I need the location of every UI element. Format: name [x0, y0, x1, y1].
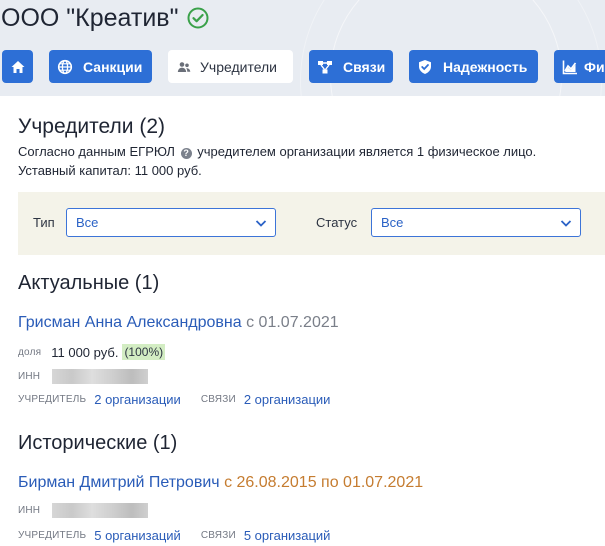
connections-link[interactable]: 5 организаций	[244, 528, 331, 543]
status-filter-label: Статус	[316, 215, 358, 230]
tab-bar: Санкции Учредители Связи Надежность Фи	[0, 50, 605, 83]
founder-entry: Бирман Дмитрий Петрович с 26.08.2015 по …	[18, 472, 423, 494]
status-select-value: Все	[381, 215, 404, 230]
founder-entry: Грисман Анна Александровна с 01.07.2021	[18, 312, 339, 334]
tab-label: Надежность	[443, 58, 528, 75]
inn-row: ИНН	[18, 502, 149, 518]
links-row: УЧРЕДИТЕЛЬ 5 организаций СВЯЗИ 5 организ…	[18, 526, 330, 544]
type-filter-label: Тип	[33, 215, 55, 230]
chart-icon	[562, 60, 577, 74]
founder-of-label: УЧРЕДИТЕЛЬ	[18, 529, 87, 541]
check-circle-icon	[187, 7, 209, 29]
description-text: учредителем организации является 1 физич…	[197, 144, 537, 159]
inn-label: ИНН	[18, 504, 41, 516]
share-label: доля	[18, 346, 42, 358]
inn-row: ИНН	[18, 368, 149, 384]
tab-home[interactable]	[2, 50, 33, 83]
chevron-down-icon	[255, 220, 267, 227]
founder-of-link[interactable]: 2 организации	[94, 392, 181, 407]
home-icon	[11, 60, 24, 73]
connections-link[interactable]: 2 организации	[244, 392, 331, 407]
founder-name-link[interactable]: Бирман Дмитрий Петрович	[18, 474, 220, 491]
capital-text: Уставный капитал: 11 000 руб.	[18, 163, 202, 178]
founders-panel: Учредители (2) Согласно данным ЕГРЮЛ ? у…	[0, 96, 605, 546]
info-icon[interactable]: ?	[180, 148, 192, 159]
description-text: Согласно данным ЕГРЮЛ	[18, 144, 175, 159]
section-title: Учредители (2)	[18, 115, 166, 138]
chevron-down-icon	[560, 220, 572, 227]
historical-founders-title: Исторические (1)	[18, 432, 178, 454]
share-row: доля 11 000 руб. (100%)	[18, 343, 166, 361]
founder-of-label: УЧРЕДИТЕЛЬ	[18, 393, 87, 405]
inn-value-hidden	[52, 368, 149, 384]
founder-period: с 26.08.2015 по 01.07.2021	[224, 474, 424, 491]
filter-bar: Тип Все Статус Все	[18, 192, 605, 255]
tab-label: Учредители	[200, 58, 278, 75]
founder-of-link[interactable]: 5 организаций	[94, 528, 181, 543]
links-row: УЧРЕДИТЕЛЬ 2 организации СВЯЗИ 2 организ…	[18, 390, 330, 408]
share-value: 11 000 руб.	[51, 344, 119, 360]
founder-name-link[interactable]: Грисман Анна Александровна	[18, 314, 242, 331]
globe-icon	[57, 59, 73, 74]
shield-check-icon	[419, 59, 431, 74]
founders-description: Согласно данным ЕГРЮЛ ? учредителем орга…	[18, 142, 536, 180]
tab-label: Санкции	[83, 58, 143, 75]
share-percent: (100%)	[122, 344, 166, 360]
tab-reliability[interactable]: Надежность	[409, 50, 538, 83]
header: ООО "Креатив" Санкции Учредители Связи Н…	[0, 0, 605, 96]
network-icon	[318, 60, 332, 73]
tab-label: Фи	[584, 58, 605, 75]
tab-sanctions[interactable]: Санкции	[49, 50, 152, 83]
company-title: ООО "Креатив"	[1, 2, 209, 34]
founder-since: с 01.07.2021	[246, 314, 339, 331]
connections-label: СВЯЗИ	[200, 529, 236, 541]
people-icon	[177, 61, 191, 72]
company-name: ООО "Креатив"	[1, 4, 179, 32]
tab-founders[interactable]: Учредители	[168, 50, 293, 83]
tab-label: Связи	[343, 58, 386, 75]
connections-label: СВЯЗИ	[200, 393, 236, 405]
type-select[interactable]: Все	[66, 208, 276, 237]
status-select[interactable]: Все	[371, 208, 581, 237]
tab-connections[interactable]: Связи	[309, 50, 393, 83]
current-founders-title: Актуальные (1)	[18, 272, 160, 294]
inn-label: ИНН	[18, 370, 41, 382]
inn-value-hidden	[52, 502, 149, 518]
type-select-value: Все	[76, 215, 99, 230]
tab-finance[interactable]: Фи	[554, 50, 605, 83]
